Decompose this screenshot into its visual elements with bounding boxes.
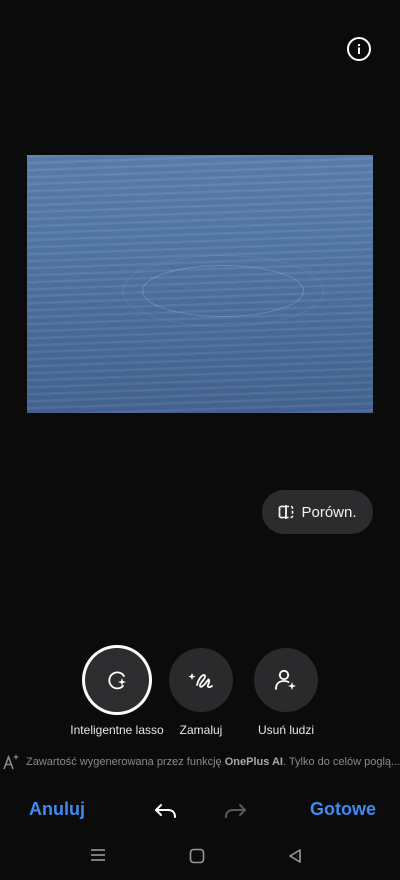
remove-people-button[interactable] bbox=[254, 648, 318, 712]
done-button[interactable]: Gotowe bbox=[310, 799, 376, 820]
cancel-button[interactable]: Anuluj bbox=[29, 799, 85, 820]
menu-icon bbox=[91, 849, 105, 861]
paint-over-button[interactable] bbox=[169, 648, 233, 712]
disclaimer-prefix: Zawartość wygenerowana przez funkcję bbox=[26, 756, 222, 768]
remove-people-icon bbox=[275, 669, 296, 690]
disclaimer-suffix: . Tylko do celów poglą... bbox=[283, 756, 400, 768]
nav-home-button[interactable] bbox=[189, 848, 205, 869]
compare-split-icon bbox=[279, 505, 294, 519]
edited-photo[interactable] bbox=[27, 155, 373, 413]
undo-button[interactable] bbox=[153, 798, 179, 829]
ai-disclaimer: Zawartość wygenerowana przez funkcję One… bbox=[0, 752, 400, 772]
nav-recents-button[interactable] bbox=[90, 848, 106, 867]
compare-button[interactable]: Porówn. bbox=[262, 490, 373, 534]
redo-button[interactable] bbox=[222, 798, 248, 829]
info-button[interactable] bbox=[347, 37, 371, 61]
ai-sparkle-icon bbox=[3, 754, 19, 770]
smart-lasso-icon bbox=[108, 671, 126, 690]
back-triangle-icon bbox=[289, 849, 301, 863]
redo-icon bbox=[225, 804, 246, 818]
disclaimer-brand: OnePlus AI bbox=[224, 756, 283, 768]
water-ripple bbox=[142, 265, 304, 317]
smart-lasso-button[interactable] bbox=[85, 648, 149, 712]
paint-over-icon bbox=[188, 673, 213, 688]
compare-label: Porówn. bbox=[301, 503, 357, 521]
info-icon bbox=[358, 44, 360, 54]
home-square-icon bbox=[189, 848, 205, 864]
undo-icon bbox=[155, 804, 176, 818]
system-nav-bar bbox=[0, 840, 400, 870]
nav-back-button[interactable] bbox=[287, 848, 303, 869]
action-bar: Anuluj Gotowe bbox=[0, 795, 400, 829]
remove-people-label: Usuń ludzi bbox=[257, 723, 315, 737]
